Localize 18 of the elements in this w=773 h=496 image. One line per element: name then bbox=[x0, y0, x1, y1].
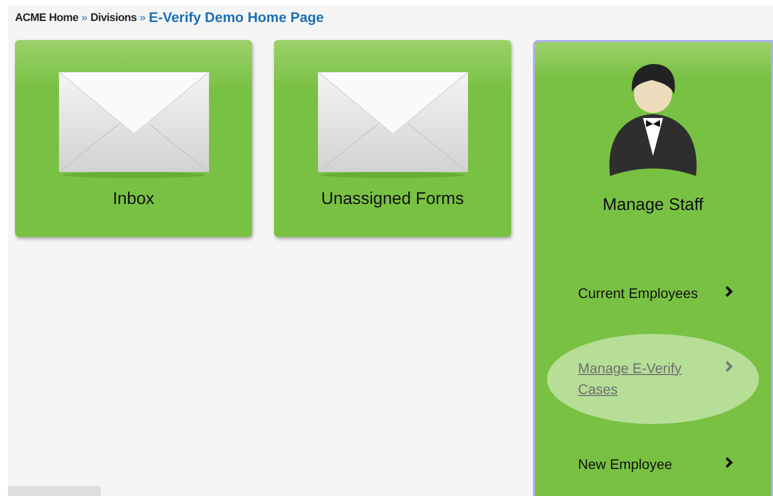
tile-card[interactable]: Unassigned Forms bbox=[274, 40, 511, 237]
menu-link[interactable]: New Employee bbox=[547, 430, 759, 496]
breadcrumb-link[interactable]: ACME Home bbox=[15, 10, 78, 26]
tile-label: Unassigned Forms bbox=[321, 188, 464, 210]
chevron-right-icon bbox=[725, 456, 733, 468]
menu-link[interactable]: Current Employees bbox=[547, 258, 759, 328]
envelope-icon bbox=[56, 72, 210, 178]
tile-label: Inbox bbox=[112, 188, 154, 210]
breadcrumb-link[interactable]: Divisions bbox=[90, 10, 137, 26]
tile-card[interactable]: Inbox bbox=[15, 40, 252, 237]
bottom-tab[interactable] bbox=[8, 486, 101, 496]
page-title: E-Verify Demo Home Page bbox=[148, 8, 324, 26]
breadcrumb-separator: » bbox=[140, 10, 146, 26]
envelope-icon bbox=[316, 72, 470, 178]
chevron-right-icon bbox=[725, 286, 733, 296]
panel-title: Manage Staff bbox=[602, 194, 704, 216]
chevron-right-icon bbox=[725, 360, 733, 372]
breadcrumb-separator: » bbox=[81, 10, 88, 26]
